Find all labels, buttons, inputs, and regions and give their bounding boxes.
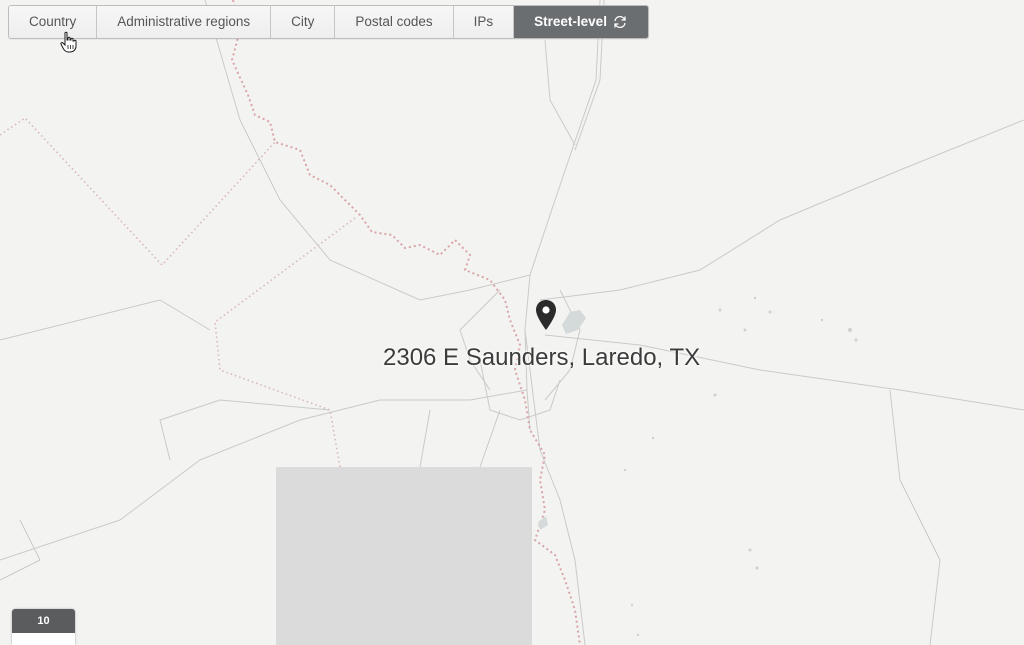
- tab-street-level[interactable]: Street-level: [514, 6, 648, 38]
- tab-city[interactable]: City: [271, 6, 336, 38]
- tab-postal-codes[interactable]: Postal codes: [335, 6, 454, 38]
- tab-street-level-label: Street-level: [534, 14, 607, 29]
- zoom-level-body: [12, 633, 75, 645]
- unloaded-map-tile: [276, 467, 532, 645]
- granularity-tab-bar: Country Administrative regions City Post…: [8, 5, 649, 39]
- map-canvas[interactable]: 2306 E Saunders, Laredo, TX 10: [0, 0, 1024, 645]
- zoom-level-indicator: 10: [12, 609, 75, 645]
- map-pin-icon[interactable]: [534, 299, 558, 331]
- zoom-level-value: 10: [12, 609, 75, 633]
- tab-ips[interactable]: IPs: [453, 6, 515, 38]
- tab-administrative-regions[interactable]: Administrative regions: [97, 6, 272, 38]
- refresh-icon: [614, 15, 626, 29]
- tab-country[interactable]: Country: [9, 6, 98, 38]
- address-label: 2306 E Saunders, Laredo, TX: [383, 344, 701, 371]
